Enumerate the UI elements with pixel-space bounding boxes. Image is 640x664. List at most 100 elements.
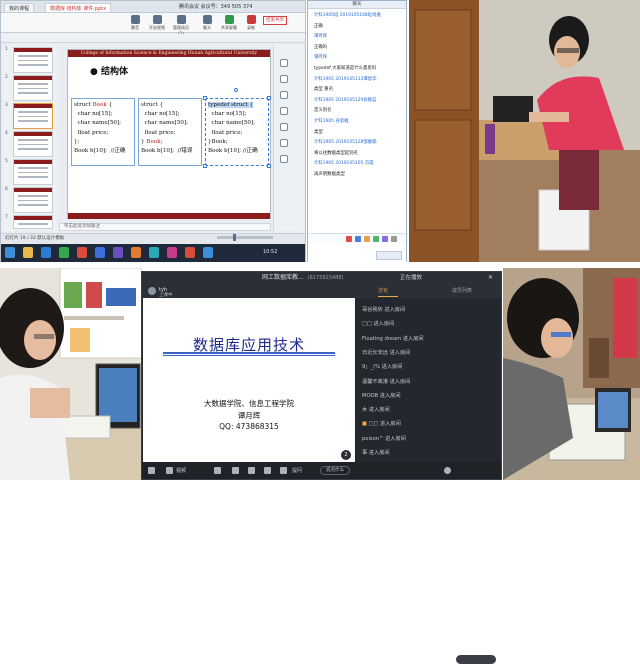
mute-button[interactable]: 静音: [125, 15, 145, 31]
tab-ppt-file[interactable]: 数据库 结构体 课件.pptx: [45, 3, 112, 12]
chat-sender: 计科1905班 2019105108赵尚嘉: [314, 13, 381, 18]
share-icon[interactable]: [280, 139, 288, 147]
meeting-toolbar: 静音 开启视频 管理成员(1) 聊天 共享屏幕 录制 结束共享: [1, 13, 305, 36]
chat-message: 再声明数据类型: [314, 172, 345, 177]
slide-thumbnail-active[interactable]: [13, 103, 53, 129]
thumb-number: 5: [5, 159, 8, 164]
classroom-title: 网工数据库教...: [262, 274, 304, 281]
send-button[interactable]: [376, 251, 402, 260]
record-button[interactable]: 录制: [241, 15, 261, 31]
zoom-slider-knob[interactable]: [233, 234, 236, 241]
chat-message: typedef 大家知道是什么意思吗: [314, 66, 377, 71]
code-text: {: [106, 102, 113, 108]
rotate-handle[interactable]: [234, 88, 238, 92]
shape-icon[interactable]: [280, 59, 288, 67]
screen-icon[interactable]: [232, 467, 239, 474]
app-icon[interactable]: [203, 247, 213, 258]
resize-handle[interactable]: [267, 164, 271, 168]
camera-icon[interactable]: [214, 467, 221, 474]
shared-slide: 数据库应用技术 大数据学院、信息工程学院 谭月辉 QQ: 473868315 2: [143, 298, 355, 462]
wechat-icon[interactable]: [59, 247, 69, 258]
close-icon[interactable]: ✕: [488, 272, 493, 284]
gift-icon[interactable]: [264, 467, 271, 474]
chat-label: 聊天: [203, 25, 211, 30]
tab-members[interactable]: 成员列表: [452, 287, 472, 294]
notes-field[interactable]: 单击此处添加备注: [59, 223, 271, 231]
start-icon[interactable]: [5, 247, 15, 258]
avatar: [148, 287, 156, 295]
share-screen-button[interactable]: 共享屏幕: [219, 15, 239, 31]
slide-thumbnail[interactable]: [13, 187, 53, 213]
slide-thumbnail[interactable]: [13, 75, 53, 101]
chat-message: 正确: [314, 23, 323, 29]
browser-icon[interactable]: [41, 247, 51, 258]
app-icon[interactable]: [131, 247, 141, 258]
file-icon[interactable]: [364, 236, 370, 242]
code-text: Book b[10]; //正确: [74, 148, 126, 155]
emoji-icon[interactable]: [346, 236, 352, 242]
app-icon[interactable]: [167, 247, 177, 258]
code-text: struct: [74, 102, 93, 108]
discussion-entry: 日近长安远 进入房间: [362, 349, 410, 356]
stop-share-button[interactable]: 结束共享: [263, 16, 287, 25]
speaker-icon[interactable]: [148, 467, 155, 474]
microphone-icon[interactable]: [248, 467, 255, 474]
more-icon[interactable]: [391, 236, 397, 242]
discussion-entry: poison^ 进入房间: [362, 435, 406, 442]
style-icon[interactable]: [280, 75, 288, 83]
page-number: 2: [341, 450, 351, 460]
discussion-text: 日近长安远 进入房间: [362, 349, 411, 356]
app-icon[interactable]: [149, 247, 159, 258]
chat-sender: 计科1905 2019105105 冯霞: [314, 161, 374, 167]
video-button[interactable]: 开启视频: [147, 15, 167, 31]
meeting-id: 腾讯会议 会议号：349 505 374: [179, 4, 253, 10]
app-icon[interactable]: [113, 247, 123, 258]
code-text: float price;: [141, 129, 176, 136]
tab-discussion[interactable]: 讨论: [378, 287, 388, 294]
microphone-icon: [130, 15, 140, 24]
resize-handle[interactable]: [203, 164, 207, 168]
tab-my-courses[interactable]: 我的课程: [4, 3, 35, 12]
discussion-entry: ■ □□ 进入房间: [362, 420, 401, 427]
slide-thumbnail[interactable]: [13, 131, 53, 157]
divider: [163, 352, 335, 354]
code-box-struct-anonymous: struct { char no[15]; char name[50]; flo…: [138, 98, 202, 166]
emoji-icon[interactable]: [444, 467, 451, 474]
slide-thumbnail[interactable]: [13, 159, 53, 185]
zoom-slider[interactable]: [217, 236, 273, 239]
discussion-input[interactable]: [456, 655, 496, 664]
discussion-text: □□ 进入房间: [362, 321, 395, 328]
music-icon[interactable]: [280, 467, 287, 474]
clock: 10:52: [263, 249, 278, 255]
help-icon[interactable]: [280, 155, 288, 163]
app-icon[interactable]: [185, 247, 195, 258]
chat-button[interactable]: 聊天: [197, 15, 217, 31]
settings-icon[interactable]: [280, 123, 288, 131]
resize-handle[interactable]: [267, 96, 271, 100]
comment-button[interactable]: 说点什么: [320, 466, 350, 475]
people-icon: [176, 15, 186, 24]
code-text: char no[15];: [208, 111, 247, 118]
thumb-number: 4: [5, 131, 8, 136]
code-box-typedef[interactable]: typedef struct { char no[15]; char name[…: [205, 98, 269, 166]
chat-message: 将以往数据类型起别名: [314, 150, 358, 156]
phone-icon[interactable]: [166, 467, 173, 474]
resize-handle[interactable]: [203, 96, 207, 100]
history-icon[interactable]: [382, 236, 388, 242]
members-button[interactable]: 管理成员(1): [171, 15, 191, 36]
slide-thumbnail[interactable]: [13, 47, 53, 73]
meeting-icon[interactable]: [95, 247, 105, 258]
scissors-icon[interactable]: [373, 236, 379, 242]
active-tab-indicator: [378, 296, 398, 297]
image-icon[interactable]: [355, 236, 361, 242]
chat-message: 类型 重名: [314, 87, 333, 93]
ppt-icon[interactable]: [77, 247, 87, 258]
live-title-bar: 网工数据库教... (8175923488) 正在播放 ✕: [142, 272, 501, 284]
folder-icon[interactable]: [23, 247, 33, 258]
format-icon[interactable]: [280, 107, 288, 115]
slide-thumbnail[interactable]: [13, 215, 53, 229]
record-icon: [246, 15, 256, 24]
student-photo-top-right: [409, 0, 640, 262]
animation-icon[interactable]: [280, 91, 288, 99]
code-text: Book b[10]; //错误: [141, 148, 193, 155]
